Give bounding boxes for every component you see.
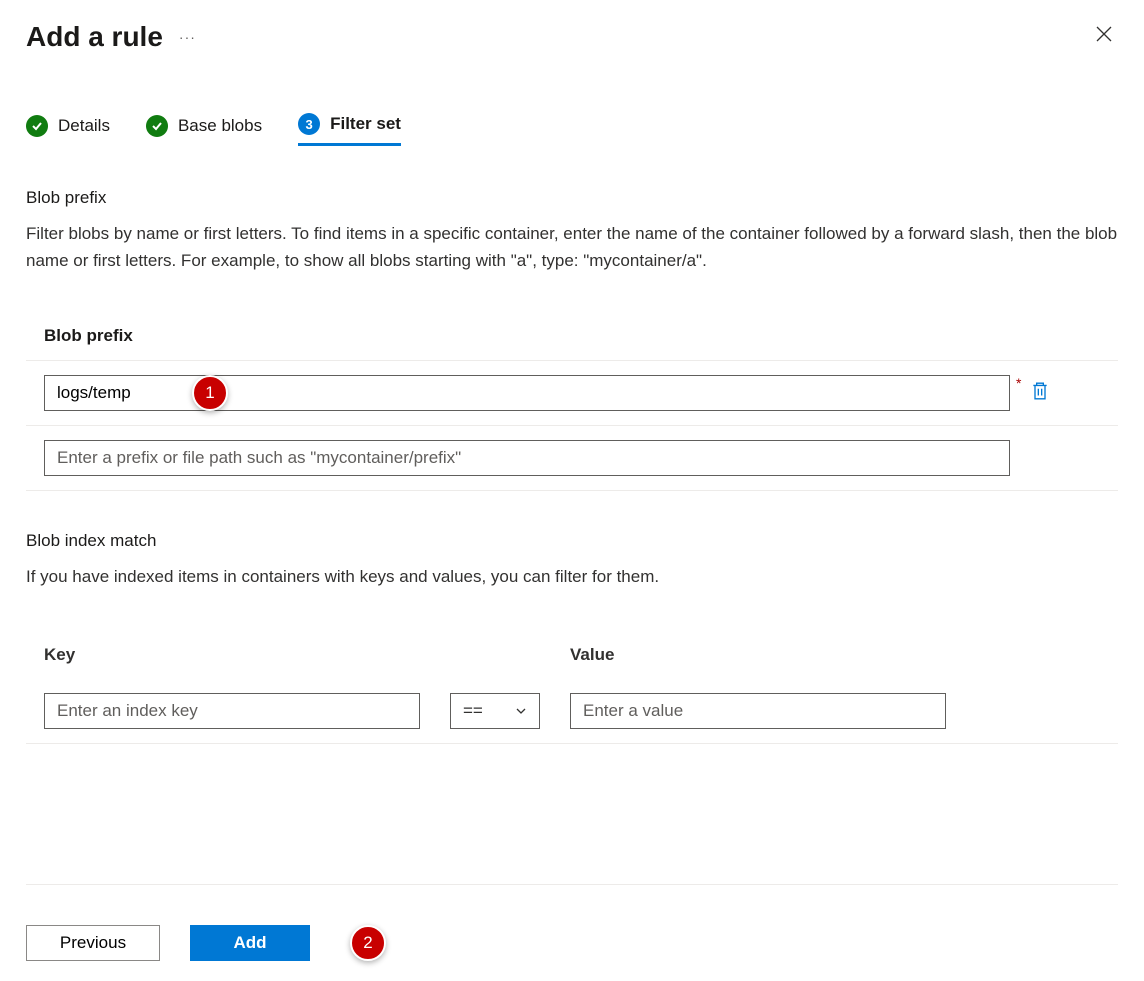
step-filter-set[interactable]: 3 Filter set (298, 113, 401, 146)
previous-button[interactable]: Previous (26, 925, 160, 961)
step-label: Filter set (330, 114, 401, 134)
section-label: Blob index match (26, 531, 1118, 551)
section-description: Filter blobs by name or first letters. T… (26, 220, 1118, 274)
delete-prefix-button[interactable] (1027, 377, 1053, 410)
trash-icon (1031, 381, 1049, 401)
step-details[interactable]: Details (26, 113, 110, 146)
required-indicator: * (1016, 375, 1021, 391)
footer-actions: Previous Add 2 (26, 884, 1118, 961)
checkmark-icon (146, 115, 168, 137)
operator-value: == (463, 701, 483, 721)
operator-select[interactable]: == (450, 693, 540, 729)
more-actions-icon[interactable]: ··· (175, 25, 200, 49)
section-description: If you have indexed items in containers … (26, 563, 1118, 590)
wizard-steps: Details Base blobs 3 Filter set (26, 113, 1118, 146)
blob-index-section: Blob index match If you have indexed ite… (26, 531, 1118, 743)
add-button[interactable]: Add (190, 925, 310, 961)
index-key-input[interactable] (44, 693, 420, 729)
annotation-callout-1: 1 (192, 375, 228, 411)
step-base-blobs[interactable]: Base blobs (146, 113, 262, 146)
index-match-row: == (26, 679, 1118, 744)
column-header-key: Key (44, 645, 570, 665)
close-button[interactable] (1090, 20, 1118, 53)
step-number-badge: 3 (298, 113, 320, 135)
index-value-input[interactable] (570, 693, 946, 729)
prefix-row-new (26, 426, 1118, 491)
step-label: Base blobs (178, 116, 262, 136)
column-header-value: Value (570, 645, 614, 665)
close-icon (1096, 26, 1112, 42)
annotation-callout-2: 2 (350, 925, 386, 961)
prefix-row: * 1 (26, 361, 1118, 426)
chevron-down-icon (515, 705, 527, 717)
blob-prefix-input-new[interactable] (44, 440, 1010, 476)
blob-prefix-input[interactable] (44, 375, 1010, 411)
column-header: Blob prefix (26, 310, 1118, 361)
section-label: Blob prefix (26, 188, 1118, 208)
checkmark-icon (26, 115, 48, 137)
step-label: Details (58, 116, 110, 136)
blob-prefix-section: Blob prefix Filter blobs by name or firs… (26, 188, 1118, 491)
page-title: Add a rule (26, 21, 163, 53)
